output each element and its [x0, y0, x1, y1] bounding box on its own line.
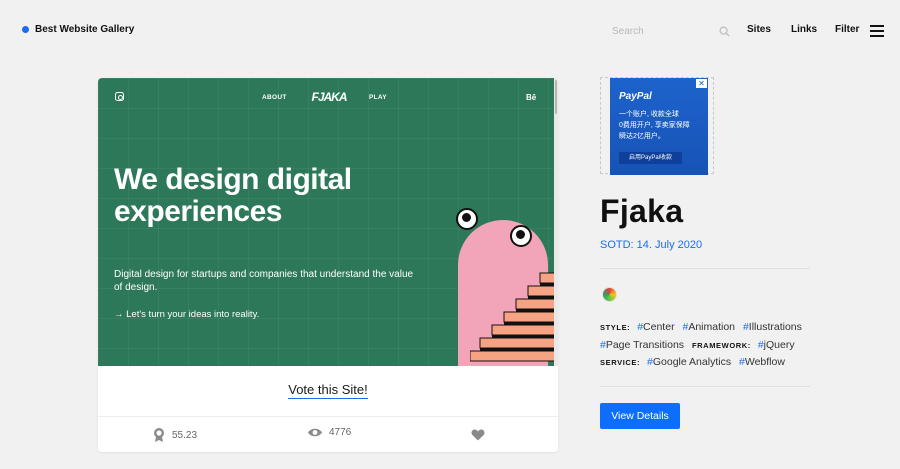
stats-row: 55.23 4776	[98, 416, 558, 452]
tag-illustrations[interactable]: #Illustrations	[743, 321, 802, 333]
divider	[600, 268, 810, 269]
award-icon	[154, 428, 164, 442]
tag-page-transitions[interactable]: #Page Transitions	[600, 339, 684, 351]
nav-links[interactable]: Links	[791, 24, 817, 35]
paypal-logo: PayPal	[619, 91, 652, 102]
screenshot-subline: Digital design for startups and companie…	[114, 269, 414, 293]
tag-jquery[interactable]: #jQuery	[758, 339, 795, 351]
heart-icon[interactable]	[471, 429, 485, 441]
ad-line-3: 瞬达2亿用户。	[619, 133, 665, 140]
screenshot-nav-play: PLAY	[369, 94, 387, 101]
framework-tags: #Page Transitions FRAMEWORK: #jQuery	[600, 339, 800, 351]
nav-sites[interactable]: Sites	[747, 24, 771, 35]
tag-webflow[interactable]: #Webflow	[739, 356, 785, 368]
ad-slot[interactable]: ✕ PayPal 一个账户, 收款全球 0费用开户, 享卖家保障 瞬达2亿用户。…	[600, 77, 714, 175]
site-title: Fjaka	[600, 193, 684, 229]
score-value: 55.23	[172, 429, 198, 441]
screenshot-cta: → Let's turn your ideas into reality.	[114, 309, 260, 320]
screenshot-scrollbar[interactable]	[554, 78, 558, 366]
header: Best Website Gallery Sites Links Filter	[0, 0, 900, 60]
ad-line-1: 一个账户, 收款全球	[619, 111, 679, 118]
vote-site-link[interactable]: Vote this Site!	[288, 382, 368, 399]
style-label: STYLE:	[600, 323, 631, 332]
tag-animation[interactable]: #Animation	[682, 321, 735, 333]
vote-row: Vote this Site!	[98, 366, 558, 416]
divider	[600, 386, 810, 387]
site-card: ABOUT FJAKA PLAY Bē We design digital ex…	[98, 78, 558, 452]
tag-center[interactable]: #Center	[637, 321, 674, 333]
ad-button[interactable]: 启用PayPal收款	[619, 152, 682, 164]
color-palette-icon[interactable]	[602, 287, 617, 302]
brand-label: Best Website Gallery	[35, 24, 135, 35]
service-tags: SERVICE: #Google Analytics #Webflow	[600, 356, 790, 368]
screenshot-headline: We design digital experiences	[114, 163, 352, 228]
sotd-date-link[interactable]: SOTD: 14. July 2020	[600, 239, 702, 251]
fjaka-logo: FJAKA	[311, 90, 347, 104]
search-icon[interactable]	[719, 26, 730, 37]
hamburger-menu-icon[interactable]	[870, 25, 884, 37]
view-details-button[interactable]: View Details	[600, 403, 680, 429]
ad-line-2: 0费用开户, 享卖家保障	[619, 122, 690, 129]
views-stat: 4776	[307, 427, 351, 438]
search-box[interactable]	[612, 22, 730, 40]
search-input[interactable]	[612, 25, 702, 37]
brand-link[interactable]: Best Website Gallery	[22, 24, 134, 35]
framework-label: FRAMEWORK:	[691, 341, 751, 350]
nav-filter[interactable]: Filter	[835, 24, 859, 35]
ad-close-icon[interactable]: ✕	[696, 79, 707, 88]
site-screenshot[interactable]: ABOUT FJAKA PLAY Bē We design digital ex…	[98, 78, 554, 366]
brand-dot-icon	[22, 26, 29, 33]
like-button[interactable]	[471, 429, 491, 441]
service-label: SERVICE:	[600, 358, 641, 367]
tag-google-analytics[interactable]: #Google Analytics	[647, 356, 731, 368]
views-value: 4776	[329, 427, 352, 438]
style-tags: STYLE: #Center #Animation #Illustrations	[600, 321, 807, 333]
creature-eye-left	[456, 208, 478, 230]
paypal-ad[interactable]: ✕ PayPal 一个账户, 收款全球 0费用开户, 享卖家保障 瞬达2亿用户。…	[610, 78, 708, 175]
behance-icon: Bē	[526, 93, 537, 102]
screenshot-nav-about: ABOUT	[262, 94, 287, 101]
creature-eye-right	[510, 225, 532, 247]
eye-icon	[308, 428, 322, 437]
stairs-illustration	[470, 272, 554, 362]
score-stat: 55.23	[152, 427, 197, 443]
instagram-icon	[115, 92, 124, 101]
